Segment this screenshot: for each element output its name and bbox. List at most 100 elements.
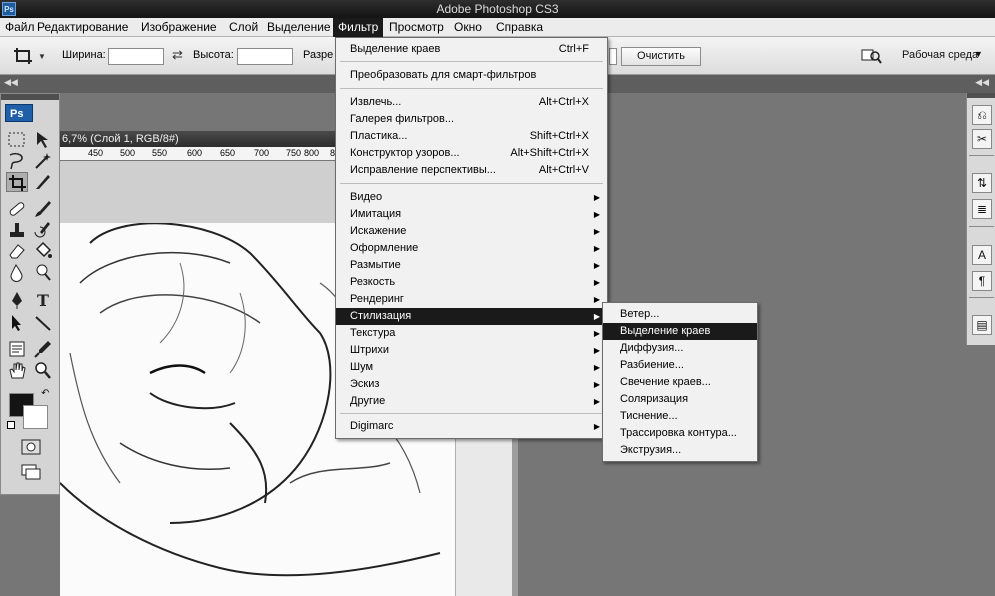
type-tool-icon[interactable]: T [32,290,54,310]
menu-item-other[interactable]: Другие ▶ [336,393,607,410]
marquee-tool-icon[interactable] [6,130,28,150]
menu-window[interactable]: Окно [449,18,487,37]
panel-grip[interactable] [1,94,59,100]
menu-item-filter-gallery[interactable]: Галерея фильтров... [336,111,607,128]
menu-item-brush-strokes[interactable]: Штрихи ▶ [336,342,607,359]
resolution-unit-field[interactable] [609,48,617,65]
submenu-item-extrude[interactable]: Экструзия... [603,442,757,459]
ps-logo[interactable]: Ps [5,104,33,122]
history-brush-tool-icon[interactable] [32,220,54,240]
collapse-left-icon[interactable]: ◀◀ [4,77,18,88]
submenu-arrow-icon: ▶ [593,261,600,270]
height-input[interactable] [237,48,293,65]
submenu-item-glowing-edges[interactable]: Свечение краев... [603,374,757,391]
eyedropper-tool-icon[interactable] [32,339,54,359]
paint-bucket-tool-icon[interactable] [32,241,54,261]
menu-layer[interactable]: Слой [224,18,263,37]
menu-item-label: Видео [350,191,383,203]
crop-tool-preset-icon[interactable] [12,46,34,66]
collapse-right-icon[interactable]: ◀◀ [975,77,989,88]
notes-tool-icon[interactable] [6,339,28,359]
width-input[interactable] [108,48,164,65]
menu-item-label: Digimarc [350,420,394,432]
menu-item-digimarc[interactable]: Digimarc ▶ [336,418,607,435]
submenu-item-tiles[interactable]: Разбиение... [603,357,757,374]
menu-item-extract[interactable]: Извлечь... Alt+Ctrl+X [336,94,607,111]
menu-item-render[interactable]: Рендеринг ▶ [336,291,607,308]
screen-mode-icon[interactable] [20,462,42,482]
photoshop-window: Ps Adobe Photoshop CS3 Файл Редактирован… [0,0,995,596]
path-selection-tool-icon[interactable] [6,313,28,333]
menu-image[interactable]: Изображение [136,18,222,37]
line-tool-icon[interactable] [32,313,54,333]
menu-item-convert-smart-filters[interactable]: Преобразовать для смарт-фильтров [336,67,607,84]
healing-brush-tool-icon[interactable] [6,199,28,219]
move-tool-icon[interactable] [32,130,54,150]
dodge-tool-icon[interactable] [32,262,54,282]
eraser-tool-icon[interactable] [6,241,28,261]
crop-tool-icon[interactable] [6,172,28,192]
ruler-tick: 600 [187,148,203,158]
default-colors-icon[interactable] [7,421,15,429]
menu-item-last-filter[interactable]: Выделение краев Ctrl+F [336,41,607,58]
blur-tool-icon[interactable] [6,262,28,282]
clone-stamp-tool-icon[interactable] [6,220,28,240]
workspace-icon[interactable] [860,46,882,66]
menu-select[interactable]: Выделение [262,18,336,37]
lasso-tool-icon[interactable] [6,151,28,171]
swap-colors-icon[interactable]: ↶ [41,388,49,399]
pen-tool-icon[interactable] [6,290,28,310]
menu-filter[interactable]: Фильтр [333,18,384,37]
paragraph-panel-icon[interactable]: ¶ [972,271,992,291]
menu-item-distort[interactable]: Искажение ▶ [336,223,607,240]
menu-item-artistic[interactable]: Имитация ▶ [336,206,607,223]
menu-item-sketch[interactable]: Эскиз ▶ [336,376,607,393]
panel-grip[interactable] [967,93,995,98]
menu-view[interactable]: Просмотр [384,18,449,37]
menu-edit[interactable]: Редактирование [32,18,133,37]
zoom-tool-icon[interactable] [32,360,54,380]
menu-item-label: Штрихи [350,344,390,356]
submenu-item-emboss[interactable]: Тиснение... [603,408,757,425]
submenu-arrow-icon: ▶ [593,380,600,389]
workspace-label[interactable]: Рабочая среда [902,49,978,61]
height-label: Высота: [193,49,234,61]
slice-tool-icon[interactable] [32,172,54,192]
workspace-chevron-down-icon[interactable]: ▼ [974,49,983,59]
menu-item-video[interactable]: Видео ▶ [336,189,607,206]
menu-item-pixelate[interactable]: Оформление ▶ [336,240,607,257]
submenu-item-find-edges[interactable]: Выделение краев [603,323,757,340]
menu-item-pattern-maker[interactable]: Конструктор узоров... Alt+Shift+Ctrl+X [336,145,607,162]
submenu-item-diffuse[interactable]: Диффузия... [603,340,757,357]
menu-item-texture[interactable]: Текстура ▶ [336,325,607,342]
menu-separator [340,413,603,414]
background-color-swatch[interactable] [23,405,48,429]
submenu-item-wind[interactable]: Ветер... [603,306,757,323]
menu-item-blur[interactable]: Размытие ▶ [336,257,607,274]
channels-panel-icon[interactable]: ≣ [972,199,992,219]
quick-mask-icon[interactable] [20,437,42,457]
brush-tool-icon[interactable] [32,199,54,219]
actions-panel-icon[interactable]: ✂ [972,129,992,149]
magic-wand-tool-icon[interactable] [32,151,54,171]
menu-item-liquify[interactable]: Пластика... Shift+Ctrl+X [336,128,607,145]
info-panel-icon[interactable]: ▤ [972,315,992,335]
menu-item-vanishing-point[interactable]: Исправление перспективы... Alt+Ctrl+V [336,162,607,179]
clear-button[interactable]: Очистить [621,47,701,66]
document-tab-title[interactable]: 6,7% (Слой 1, RGB/8#) [60,131,340,147]
menu-item-label: Галерея фильтров... [350,113,455,125]
chevron-down-icon[interactable]: ▼ [38,52,46,61]
swap-dimensions-icon[interactable]: ⇄ [172,47,183,63]
character-panel-icon[interactable]: A [972,245,992,265]
submenu-arrow-icon: ▶ [593,244,600,253]
history-panel-icon[interactable]: ⎌ [972,105,992,125]
hand-tool-icon[interactable] [6,360,28,380]
menu-item-noise[interactable]: Шум ▶ [336,359,607,376]
submenu-item-trace-contour[interactable]: Трассировка контура... [603,425,757,442]
submenu-arrow-icon: ▶ [593,227,600,236]
menu-help[interactable]: Справка [491,18,548,37]
menu-item-sharpen[interactable]: Резкость ▶ [336,274,607,291]
submenu-item-solarize[interactable]: Соляризация [603,391,757,408]
menu-item-stylize[interactable]: Стилизация ▶ [336,308,607,325]
layers-panel-icon[interactable]: ⇅ [972,173,992,193]
